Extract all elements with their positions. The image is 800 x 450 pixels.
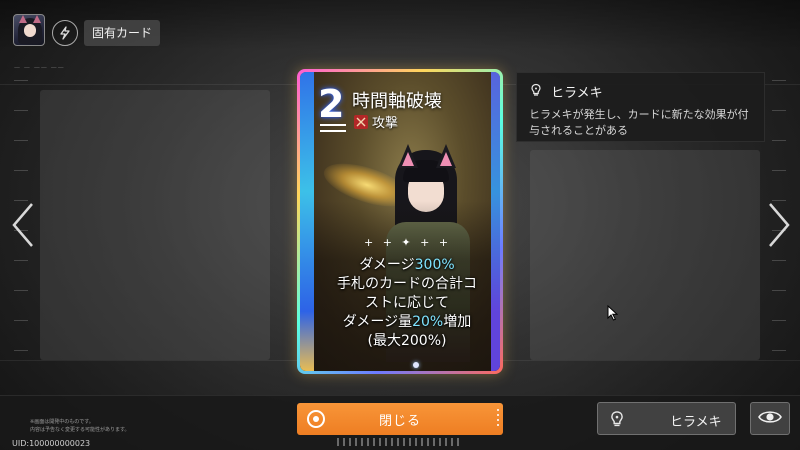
sparkle-decoration: + + ✦ + + bbox=[364, 236, 452, 249]
attack-icon bbox=[354, 114, 368, 129]
hirameki-button[interactable]: ヒラメキ bbox=[597, 402, 736, 435]
user-id: UID:100000000023 bbox=[12, 439, 91, 448]
card-cost: 2 bbox=[318, 82, 345, 126]
card-face: 2 時間軸破壊 攻撃 + + ✦ + + ダメージ300% 手札のカードの合計コ… bbox=[300, 72, 500, 371]
card-type: 攻撃 bbox=[354, 112, 398, 131]
card-category-tag: 固有カード bbox=[84, 20, 161, 46]
card-name: 時間軸破壊 bbox=[352, 91, 442, 112]
character-avatar[interactable] bbox=[13, 14, 45, 46]
card-frame-right bbox=[491, 72, 500, 371]
bg-panel-right bbox=[530, 150, 760, 360]
card-frame-left bbox=[300, 72, 314, 371]
lightning-icon[interactable] bbox=[52, 20, 78, 46]
desc-line: ストに応じて bbox=[365, 295, 449, 311]
cost-decoration bbox=[320, 124, 346, 132]
close-button[interactable]: 閉じる bbox=[297, 403, 503, 435]
desc-line: ダメージ300% bbox=[359, 257, 455, 273]
circle-button-icon bbox=[307, 410, 325, 428]
hirameki-button-label: ヒラメキ bbox=[670, 415, 722, 430]
button-decoration bbox=[497, 409, 499, 429]
lightbulb-icon bbox=[529, 82, 543, 101]
tooltip-body: ヒラメキが発生し、カードに新たな効果が付与されることがある bbox=[529, 108, 749, 137]
skill-card[interactable]: 2 時間軸破壊 攻撃 + + ✦ + + ダメージ300% 手札のカードの合計コ… bbox=[297, 69, 503, 374]
bg-decoration: — — —— —— bbox=[14, 64, 65, 71]
keyword-tooltip: ヒラメキ ヒラメキが発生し、カードに新たな効果が付与されることがある bbox=[516, 72, 765, 142]
top-bar: 固有カード bbox=[0, 0, 800, 50]
chevron-right-icon[interactable] bbox=[764, 200, 794, 250]
close-button-label: 閉じる bbox=[378, 413, 421, 429]
bg-panel-left bbox=[40, 90, 270, 360]
eye-button[interactable] bbox=[750, 402, 790, 435]
lightbulb-icon bbox=[608, 410, 626, 432]
eye-icon bbox=[758, 409, 782, 429]
tooltip-title: ヒラメキ bbox=[551, 86, 603, 101]
desc-line: (最大200%) bbox=[367, 333, 447, 349]
disclaimer-notes: ※画面は開発中のものです。 内容は予告なく変更する可能性があります。 bbox=[30, 419, 130, 433]
mouse-cursor-icon bbox=[607, 304, 619, 325]
page-indicator bbox=[337, 438, 463, 446]
card-type-label: 攻撃 bbox=[372, 116, 399, 131]
desc-line: ダメージ量20%増加 bbox=[342, 314, 472, 330]
card-description: ダメージ300% 手札のカードの合計コ ストに応じて ダメージ量20%増加 (最… bbox=[322, 256, 492, 351]
desc-line: 手札のカードの合計コ bbox=[337, 276, 477, 292]
tooltip-header: ヒラメキ bbox=[529, 82, 603, 101]
card-gem bbox=[413, 362, 419, 368]
chevron-left-icon[interactable] bbox=[8, 200, 38, 250]
